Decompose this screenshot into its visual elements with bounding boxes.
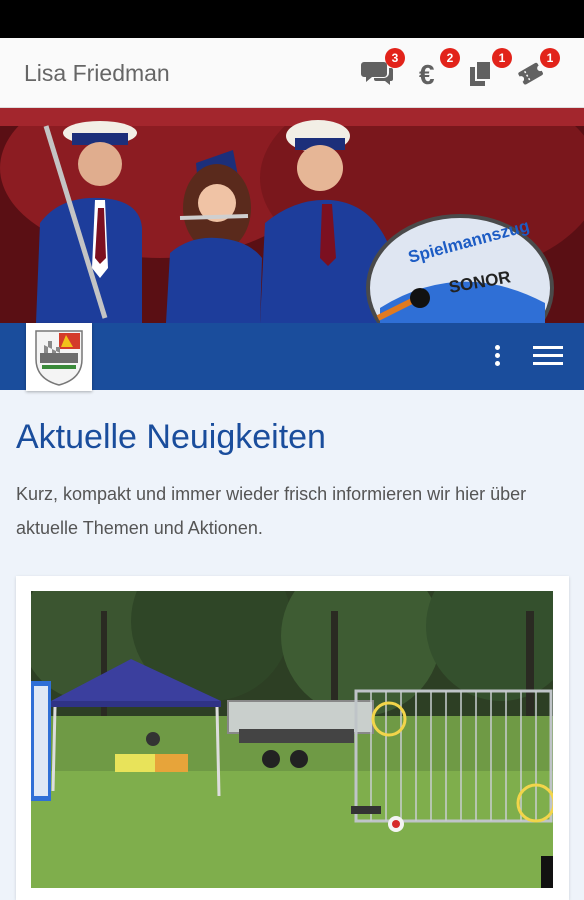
status-bar (0, 0, 584, 38)
messages-badge: 3 (385, 48, 405, 68)
news-card[interactable] (16, 576, 569, 900)
documents-badge: 1 (492, 48, 512, 68)
intro-text: Kurz, kompakt und immer wieder frisch in… (16, 484, 527, 538)
tickets-badge: 1 (540, 48, 560, 68)
nav-bar (0, 323, 584, 391)
coat-of-arms-logo[interactable] (26, 323, 92, 391)
page-title: Aktuelle Neuigkeiten (16, 418, 326, 456)
more-vert-icon[interactable] (489, 343, 505, 371)
news-photo[interactable] (31, 591, 553, 888)
tickets-icon[interactable]: 1 (516, 48, 560, 88)
svg-text:€: € (419, 59, 435, 88)
messages-icon[interactable]: 3 (361, 48, 405, 88)
hero-banner: Spielmannszug SONOR (0, 108, 584, 323)
top-bar: Lisa Friedman 3 € 2 1 1 (0, 38, 584, 108)
euro-icon[interactable]: € 2 (416, 48, 460, 90)
euro-badge: 2 (440, 48, 460, 68)
hamburger-menu-icon[interactable] (533, 346, 563, 368)
user-name[interactable]: Lisa Friedman (24, 60, 170, 87)
documents-icon[interactable]: 1 (468, 48, 512, 88)
